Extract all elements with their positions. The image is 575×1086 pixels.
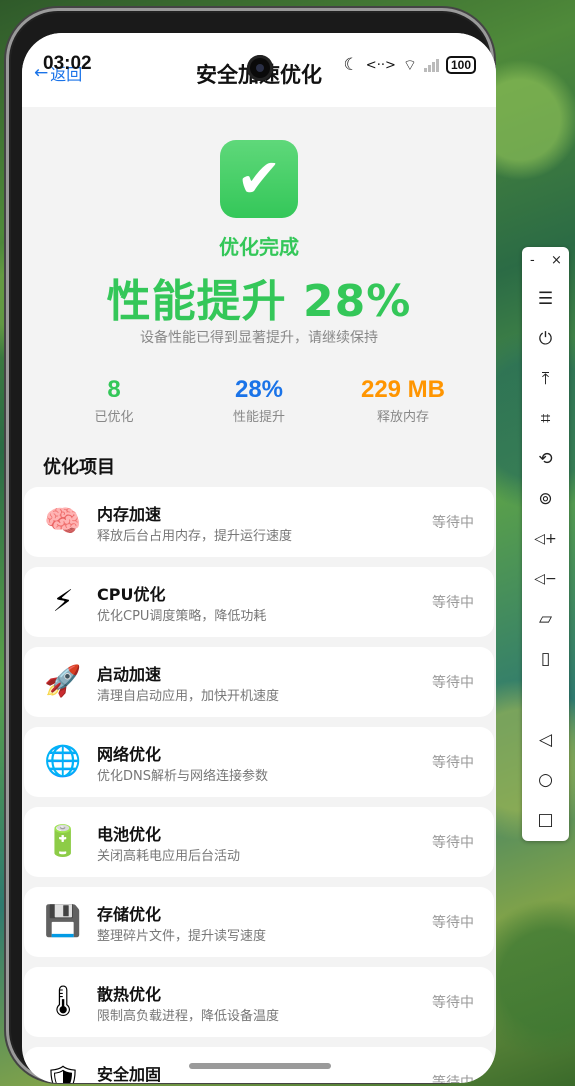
stat-value: 28% — [234, 376, 284, 403]
front-camera — [247, 55, 273, 81]
status-icons: ☾ <··> ⌔ 100 — [344, 55, 476, 75]
globe-icon: 🌐 — [44, 744, 82, 779]
stat-label: 已优化 — [94, 410, 134, 425]
item-status: 等待中 — [432, 915, 474, 931]
list-item[interactable]: 🌐 网络优化 优化DNS解析与网络连接参数 等待中 — [24, 727, 494, 797]
item-name: 启动加速 — [97, 665, 162, 684]
stat-value: 229 MB — [360, 376, 446, 403]
shield-icon: 🛡 — [44, 1064, 83, 1083]
item-desc: 释放后台占用内存，提升运行速度 — [97, 529, 293, 544]
shake-icon[interactable]: ▱ — [522, 605, 569, 633]
app-screen: ← 返回 03:02 安全加速优化 ☾ <··> ⌔ 100 ✔ 优化完成 性能… — [22, 33, 496, 1083]
phone-frame: ← 返回 03:02 安全加速优化 ☾ <··> ⌔ 100 ✔ 优化完成 性能… — [6, 8, 496, 1083]
close-button[interactable]: × — [551, 253, 562, 268]
list-item[interactable]: 💾 存储优化 整理碎片文件，提升读写速度 等待中 — [24, 887, 494, 957]
item-name: 内存加速 — [97, 505, 162, 524]
item-desc: 优化DNS解析与网络连接参数 — [97, 769, 268, 784]
thermometer-icon: 🌡 — [44, 984, 83, 1019]
section-title: 优化项目 — [43, 457, 115, 478]
list-item[interactable]: 🧠 内存加速 释放后台占用内存，提升运行速度 等待中 — [24, 487, 494, 557]
moon-icon: ☾ — [343, 55, 359, 75]
rocket-icon: 🚀 — [44, 664, 82, 699]
screen-record-icon[interactable]: ⊚ — [522, 485, 569, 513]
crop-icon[interactable]: ⌗ — [522, 405, 569, 433]
brain-icon: 🧠 — [44, 504, 82, 539]
emulator-toolbar: - × ☰ ⏻ ⤒ ⌗ ⟲ ⊚ ◁+ ◁− ▱ ▯ ◁ ○ □ — [522, 247, 569, 841]
item-name: 散热优化 — [97, 985, 162, 1004]
power-icon[interactable]: ⏻ — [522, 325, 569, 353]
rotate-icon[interactable]: ⟲ — [522, 445, 569, 473]
stat-label: 性能提升 — [232, 410, 285, 425]
performance-headline: 性能提升 28% — [106, 276, 412, 327]
item-status: 等待中 — [432, 835, 474, 851]
device-icon[interactable]: ▯ — [522, 645, 569, 673]
header-bar: ← 返回 03:02 安全加速优化 ☾ <··> ⌔ 100 — [22, 33, 496, 107]
volume-down-icon[interactable]: ◁− — [522, 565, 569, 593]
item-desc: 整理碎片文件，提升读写速度 — [97, 929, 267, 944]
list-item[interactable]: 🌡 散热优化 限制高负载进程，降低设备温度 等待中 — [24, 967, 494, 1037]
battery-item-icon: 🔋 — [44, 824, 82, 859]
item-status: 等待中 — [432, 755, 474, 771]
stat-performance: 28% 性能提升 — [179, 375, 339, 425]
menu-icon[interactable]: ☰ — [522, 285, 569, 313]
lightning-icon: ⚡ — [52, 584, 74, 619]
back-icon[interactable]: ◁ — [522, 726, 569, 754]
item-status: 等待中 — [432, 995, 474, 1011]
home-indicator[interactable] — [189, 1063, 331, 1069]
home-icon[interactable]: ○ — [522, 766, 569, 794]
item-name: 电池优化 — [97, 825, 162, 844]
stat-memory: 229 MB 释放内存 — [323, 375, 483, 425]
list-item[interactable]: ⚡ CPU优化 优化CPU调度策略，降低功耗 等待中 — [24, 567, 494, 637]
item-name: CPU优化 — [97, 585, 166, 604]
item-status: 等待中 — [432, 515, 474, 531]
volume-up-icon[interactable]: ◁+ — [522, 525, 569, 553]
success-check-icon: ✔ — [220, 140, 298, 218]
stat-value: 8 — [107, 376, 121, 403]
item-desc: 限制高负载进程，降低设备温度 — [97, 1009, 280, 1024]
item-name: 网络优化 — [97, 745, 162, 764]
item-status: 等待中 — [432, 1075, 474, 1083]
item-desc: 优化CPU调度策略，降低功耗 — [97, 609, 267, 624]
result-subtitle: 设备性能已得到显著提升，请继续保持 — [140, 330, 378, 346]
minimize-button[interactable]: - — [530, 253, 535, 268]
list-item[interactable]: 🔋 电池优化 关闭高耗电应用后台活动 等待中 — [24, 807, 494, 877]
item-status: 等待中 — [432, 595, 474, 611]
stat-optimized: 8 已优化 — [34, 375, 194, 425]
upload-icon[interactable]: ⤒ — [522, 365, 569, 393]
item-desc: 清理自启动应用，加快开机速度 — [97, 689, 280, 704]
item-name: 存储优化 — [97, 905, 162, 924]
data-transfer-icon: <··> — [365, 57, 396, 73]
wifi-icon: ⌔ — [402, 55, 417, 74]
stat-label: 释放内存 — [376, 410, 429, 425]
item-name: 安全加固 — [97, 1065, 162, 1083]
floppy-disk-icon: 💾 — [44, 904, 82, 939]
stats-row: 8 已优化 28% 性能提升 229 MB 释放内存 — [22, 375, 496, 425]
list-item[interactable]: 🚀 启动加速 清理自启动应用，加快开机速度 等待中 — [24, 647, 494, 717]
toolbar-window-controls: - × — [522, 253, 569, 271]
item-desc: 关闭高耗电应用后台活动 — [97, 849, 241, 864]
optimization-status: 优化完成 — [219, 235, 299, 259]
recents-icon[interactable]: □ — [522, 806, 569, 834]
signal-icon — [423, 58, 439, 72]
battery-icon: 100 — [445, 56, 476, 74]
item-status: 等待中 — [432, 675, 474, 691]
